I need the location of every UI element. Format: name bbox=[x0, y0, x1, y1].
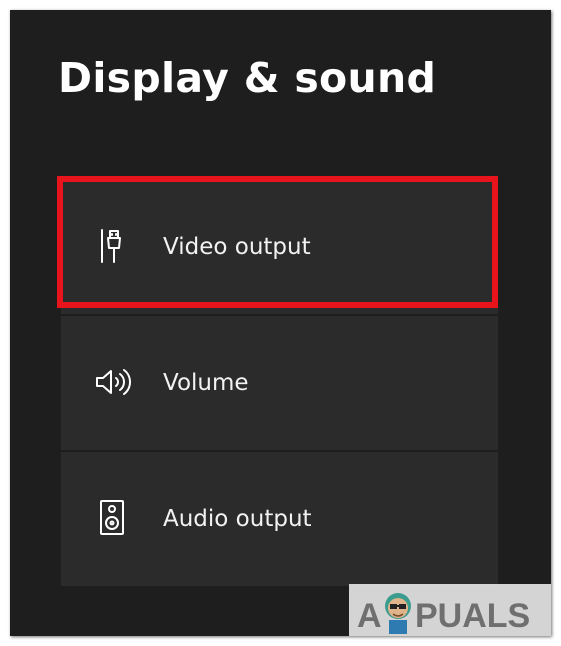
hdmi-connector-icon bbox=[94, 226, 134, 266]
menu-item-audio-output[interactable]: Audio output bbox=[61, 452, 498, 586]
page-title: Display & sound bbox=[58, 54, 437, 102]
menu-item-label: Volume bbox=[163, 370, 249, 396]
svg-text:PUALS: PUALS bbox=[415, 597, 530, 635]
appuals-watermark: A PUALS bbox=[349, 584, 551, 636]
menu-item-volume[interactable]: Volume bbox=[61, 316, 498, 450]
svg-text:A: A bbox=[357, 597, 382, 635]
settings-screen: Display & sound Video output Volume Audi… bbox=[10, 10, 551, 636]
menu-item-label: Audio output bbox=[163, 506, 312, 532]
speaker-volume-icon bbox=[94, 362, 134, 402]
menu-item-label: Video output bbox=[163, 234, 311, 260]
menu-item-video-output[interactable]: Video output bbox=[57, 176, 498, 314]
audio-device-icon bbox=[94, 498, 134, 538]
